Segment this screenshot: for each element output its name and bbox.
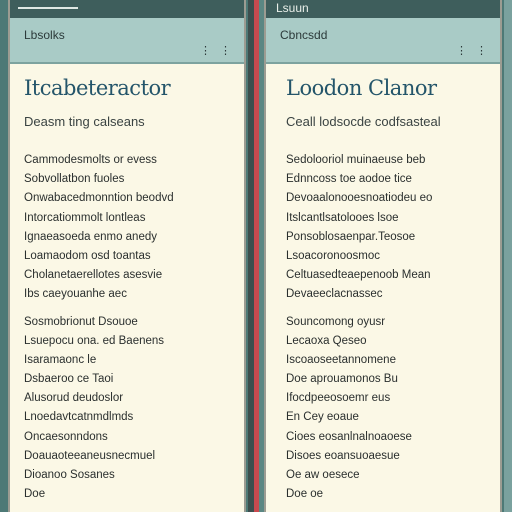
- text-line: Loamaodom osd toantas: [24, 249, 151, 262]
- text-line: Isaramaonc le: [24, 353, 97, 366]
- paragraph-1: Cammodesmolts or evess Sobvollatbon fuol…: [24, 151, 230, 305]
- text-line: Souncomong oyusr: [286, 315, 386, 328]
- text-line: Disoes eoansuoaesue: [286, 449, 400, 462]
- text-line: Sedolooriol muinaeuse beb: [286, 154, 426, 166]
- text-line: Doe aprouamonos Bu: [286, 373, 398, 386]
- text-line: Devaeeclacnassec: [286, 288, 383, 301]
- status-bar: Lsuun: [266, 0, 500, 18]
- text-line: Dsbaeroo ce Taoi: [24, 373, 114, 386]
- app-bar: Cbncsdd ⋮ ⋮: [266, 18, 500, 64]
- screen-edge: [504, 0, 512, 512]
- overflow-menu-icon[interactable]: ⋮ ⋮: [456, 44, 490, 57]
- text-line: Ednncoss toe aodoe tice: [286, 173, 412, 186]
- text-line: Doe oe: [286, 488, 324, 501]
- text-line: Oncaesonndons: [24, 430, 108, 443]
- text-line: Celtuasedteaepenoob Mean: [286, 269, 431, 282]
- text-line: Lsoacoronoosmoc: [286, 249, 380, 262]
- screenshot-canvas: Lbsolks ⋮ ⋮ Itcabeteractor Deasm ting ca…: [0, 0, 512, 512]
- text-line: Dioanoo Sosanes: [24, 469, 115, 481]
- text-line: Cholanetaerellotes asesvie: [24, 269, 163, 282]
- article-body: Sedolooriol muinaeuse beb Ednncoss toe a…: [286, 151, 486, 504]
- text-line: Doauaoteeaneusnecmuel: [24, 449, 156, 462]
- text-line: Ibs caeyouanhe aec: [24, 288, 127, 301]
- paragraph-2: Sosmobrionut Dsouoe Lsuepocu ona. ed Bae…: [24, 313, 230, 505]
- text-line: Cioes eosanlnalnoaoese: [286, 430, 412, 443]
- text-line: Onwabacedmonntion beodvd: [24, 192, 174, 205]
- text-line: Sobvollatbon fuoles: [24, 173, 125, 186]
- status-bar: [10, 0, 244, 18]
- paragraph-2: Souncomong oyusr Lecaoxa Qeseo Iscoaosee…: [286, 313, 486, 505]
- article-content: Loodon Clanor Ceall lodsocde codfsasteal…: [266, 64, 500, 504]
- status-bar-title: Lsuun: [276, 1, 309, 15]
- text-line: Itslcantlsatolooes lsoe: [286, 211, 399, 224]
- text-line: Ponsoblosaenpar.Teosoe: [286, 230, 416, 243]
- article-heading: Loodon Clanor: [286, 76, 437, 100]
- text-line: Oe aw oesece: [286, 469, 360, 481]
- article-heading: Itcabeteractor: [24, 76, 171, 100]
- text-line: Cammodesmolts or evess: [24, 154, 157, 166]
- text-line: Lecaoxa Qeseo: [286, 334, 367, 347]
- text-line: Devoaalonooesnoatiodeu eo: [286, 192, 433, 205]
- app-title: Cbncsdd: [280, 28, 328, 42]
- menu-bar-line: [18, 7, 78, 9]
- text-line: Sosmobrionut Dsouoe: [24, 315, 138, 328]
- right-phone-screen: Lsuun Cbncsdd ⋮ ⋮ Loodon Clanor Ceall lo…: [264, 0, 502, 512]
- left-phone-screen: Lbsolks ⋮ ⋮ Itcabeteractor Deasm ting ca…: [8, 0, 246, 512]
- text-line: Doe: [24, 488, 46, 501]
- article-content: Itcabeteractor Deasm ting calseans Cammo…: [10, 64, 244, 504]
- text-line: Lnoedavtcatnmdlmds: [24, 411, 134, 424]
- text-line: Intorcatiommolt lontleas: [24, 211, 146, 224]
- text-line: En Cey eoaue: [286, 411, 359, 424]
- app-title: Lbsolks: [24, 28, 65, 42]
- text-line: Alusorud deudoslor: [24, 392, 124, 405]
- text-line: Ifocdpeeosoemr eus: [286, 392, 391, 405]
- overflow-menu-icon[interactable]: ⋮ ⋮: [200, 44, 234, 57]
- paragraph-1: Sedolooriol muinaeuse beb Ednncoss toe a…: [286, 151, 486, 305]
- app-bar: Lbsolks ⋮ ⋮: [10, 18, 244, 64]
- article-body: Cammodesmolts or evess Sobvollatbon fuol…: [24, 151, 230, 504]
- article-subheading: Deasm ting calseans: [24, 114, 145, 129]
- text-line: Lsuepocu ona. ed Baenens: [24, 334, 165, 347]
- text-line: Ignaeasoeda enmo anedy: [24, 230, 157, 243]
- text-line: Iscoaoseetannomene: [286, 353, 396, 366]
- article-subheading: Ceall lodsocde codfsasteal: [286, 114, 441, 129]
